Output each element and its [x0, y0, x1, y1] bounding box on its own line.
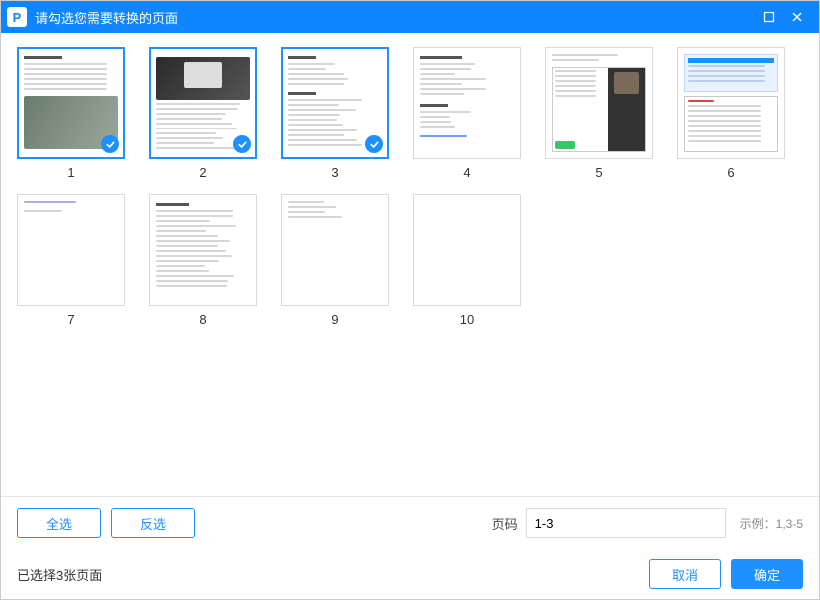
- window-title: 请勾选您需要转换的页面: [35, 8, 755, 27]
- footer: 全选 反选 页码 示例：1,3-5 已选择3张页面 取消 确定: [1, 496, 819, 599]
- thumbnail-image: [281, 194, 389, 306]
- thumbnail-image: [17, 47, 125, 159]
- thumbnail-image: [149, 47, 257, 159]
- page-number-label: 5: [595, 165, 602, 180]
- thumbnail-image: [17, 194, 125, 306]
- page-thumbnail[interactable]: 2: [149, 47, 257, 180]
- page-number-label: 7: [67, 312, 74, 327]
- check-icon: [233, 135, 251, 153]
- close-icon: [791, 11, 803, 23]
- page-number-label: 2: [199, 165, 206, 180]
- page-thumbnail[interactable]: 5: [545, 47, 653, 180]
- page-thumbnail[interactable]: 10: [413, 194, 521, 327]
- maximize-button[interactable]: [755, 3, 783, 31]
- page-thumbnail[interactable]: 4: [413, 47, 521, 180]
- invert-selection-button[interactable]: 反选: [111, 508, 195, 538]
- maximize-icon: [763, 11, 775, 23]
- pagerange-input[interactable]: [526, 508, 726, 538]
- page-number-label: 3: [331, 165, 338, 180]
- titlebar: P 请勾选您需要转换的页面: [1, 1, 819, 33]
- thumbnail-image: [413, 194, 521, 306]
- page-number-label: 4: [463, 165, 470, 180]
- page-thumbnail[interactable]: 7: [17, 194, 125, 327]
- page-thumbnail[interactable]: 1: [17, 47, 125, 180]
- selection-status: 已选择3张页面: [17, 565, 649, 584]
- page-number-label: 8: [199, 312, 206, 327]
- ok-button[interactable]: 确定: [731, 559, 803, 589]
- select-all-button[interactable]: 全选: [17, 508, 101, 538]
- check-icon: [365, 135, 383, 153]
- check-icon: [101, 135, 119, 153]
- thumbnail-image: [677, 47, 785, 159]
- page-number-label: 10: [460, 312, 474, 327]
- page-thumbnail[interactable]: 9: [281, 194, 389, 327]
- app-logo: P: [7, 7, 27, 27]
- pagerange-example: 示例：1,3-5: [740, 515, 803, 532]
- thumbnail-image: [149, 194, 257, 306]
- page-number-label: 9: [331, 312, 338, 327]
- page-thumbnail[interactable]: 6: [677, 47, 785, 180]
- page-thumbnail[interactable]: 8: [149, 194, 257, 327]
- page-thumbnail[interactable]: 3: [281, 47, 389, 180]
- pagerange-label: 页码: [492, 514, 518, 533]
- cancel-button[interactable]: 取消: [649, 559, 721, 589]
- thumbnail-image: [281, 47, 389, 159]
- page-number-label: 1: [67, 165, 74, 180]
- thumbnail-image: [545, 47, 653, 159]
- page-grid-area: 1 2 3 4 5 6 7 8 9 10: [1, 33, 819, 496]
- page-number-label: 6: [727, 165, 734, 180]
- close-button[interactable]: [783, 3, 811, 31]
- thumbnail-image: [413, 47, 521, 159]
